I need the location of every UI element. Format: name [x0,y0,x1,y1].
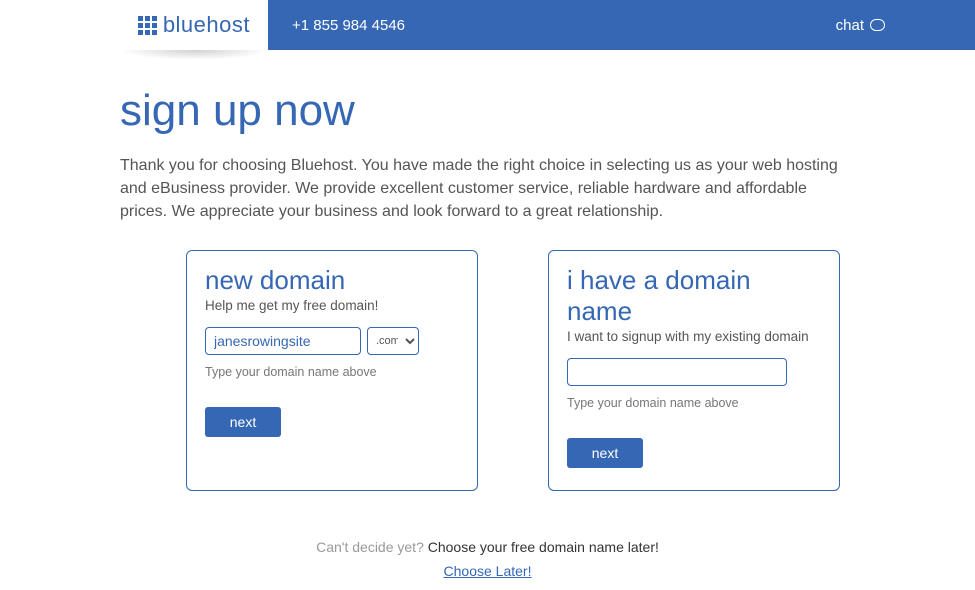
domain-panels: new domain Help me get my free domain! .… [120,250,855,491]
footer-lead: Can't decide yet? [316,539,428,555]
phone-number: +1 855 984 4546 [292,17,405,34]
existing-domain-sub: I want to signup with my existing domain [567,329,821,344]
top-bar: bluehost +1 855 984 4546 chat [0,0,975,50]
bluehost-logo[interactable]: bluehost [138,12,250,38]
choose-later-link[interactable]: Choose Later! [444,563,532,579]
logo-container: bluehost [0,0,268,50]
new-domain-sub: Help me get my free domain! [205,298,459,313]
intro-text: Thank you for choosing Bluehost. You hav… [120,154,855,224]
brand-name: bluehost [163,12,250,38]
new-domain-next-button[interactable]: next [205,407,281,437]
new-domain-input[interactable] [205,327,361,355]
new-domain-input-row: .com [205,327,459,355]
existing-domain-input-row [567,358,821,386]
footer: Can't decide yet? Choose your free domai… [120,539,855,581]
existing-domain-helper: Type your domain name above [567,396,821,410]
new-domain-heading: new domain [205,265,459,296]
existing-domain-heading: i have a domain name [567,265,821,327]
new-domain-panel: new domain Help me get my free domain! .… [186,250,478,491]
chat-button[interactable]: chat [836,17,885,34]
footer-emph: Choose your free domain name later! [428,539,659,555]
footer-text: Can't decide yet? Choose your free domai… [120,539,855,555]
existing-domain-panel: i have a domain name I want to signup wi… [548,250,840,491]
tld-select[interactable]: .com [367,327,419,355]
existing-domain-next-button[interactable]: next [567,438,643,468]
new-domain-helper: Type your domain name above [205,365,459,379]
existing-domain-input[interactable] [567,358,787,386]
chat-icon [870,19,885,31]
chat-label: chat [836,17,864,34]
logo-grid-icon [138,16,157,35]
main-content: sign up now Thank you for choosing Blueh… [0,50,975,581]
page-title: sign up now [120,86,855,136]
